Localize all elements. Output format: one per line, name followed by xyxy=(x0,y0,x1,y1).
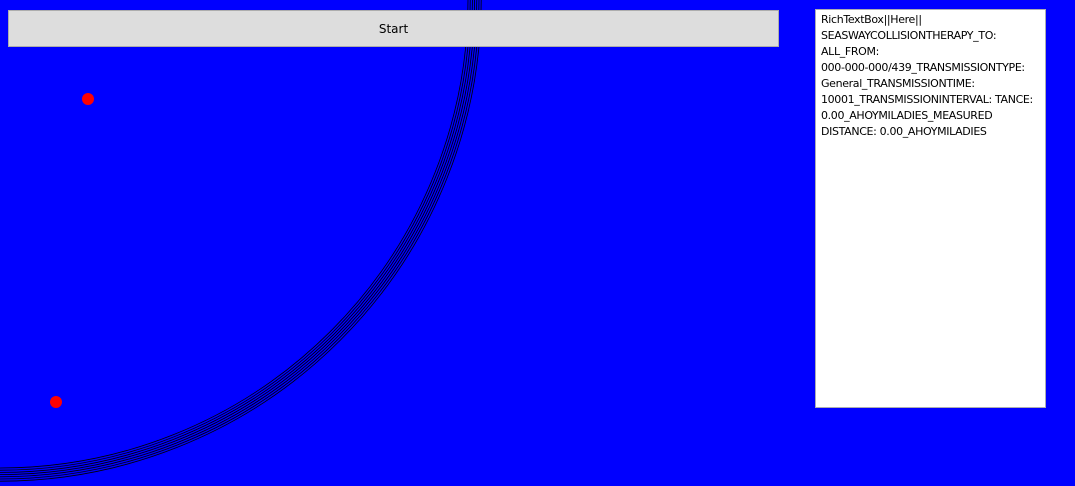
range-ring xyxy=(0,0,471,471)
rich-text-box[interactable]: RichTextBox||Here|| SEASWAYCOLLISIONTHER… xyxy=(815,9,1046,408)
contact-markers xyxy=(50,93,94,408)
contact-marker xyxy=(50,396,62,408)
contact-marker xyxy=(82,93,94,105)
range-ring xyxy=(0,0,473,473)
start-button[interactable]: Start xyxy=(8,10,779,47)
range-rings xyxy=(0,0,482,482)
range-ring xyxy=(0,0,469,469)
